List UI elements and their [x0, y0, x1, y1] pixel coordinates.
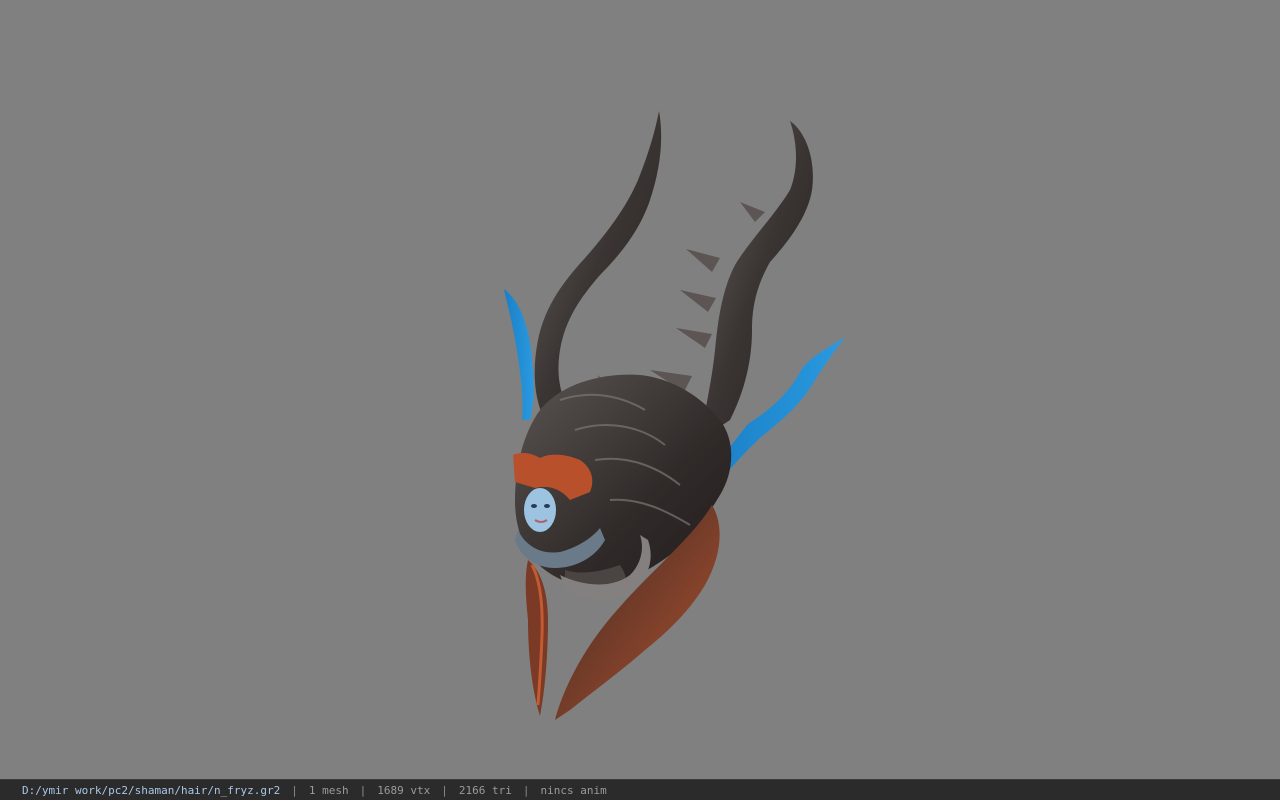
mesh-count: 1 mesh [308, 783, 349, 797]
separator: | [441, 783, 448, 797]
vertex-count: 1689 vtx [377, 783, 431, 797]
anim-status: nincs anim [540, 783, 607, 797]
left-blue-plume [504, 289, 534, 420]
separator: | [359, 783, 367, 797]
beard-blade [525, 560, 548, 716]
face-mask [524, 488, 556, 532]
status-bar: D:/ymir work/pc2/shaman/hair/n_fryz.gr2 … [0, 779, 1280, 800]
separator: | [522, 783, 530, 797]
left-horn [534, 111, 662, 420]
separator: | [291, 783, 298, 797]
file-path: D:/ymir work/pc2/shaman/hair/n_fryz.gr2 [22, 783, 281, 797]
horned-helmet-model [504, 111, 845, 720]
3d-viewport[interactable] [0, 0, 1280, 779]
triangle-count: 2166 tri [458, 783, 512, 797]
